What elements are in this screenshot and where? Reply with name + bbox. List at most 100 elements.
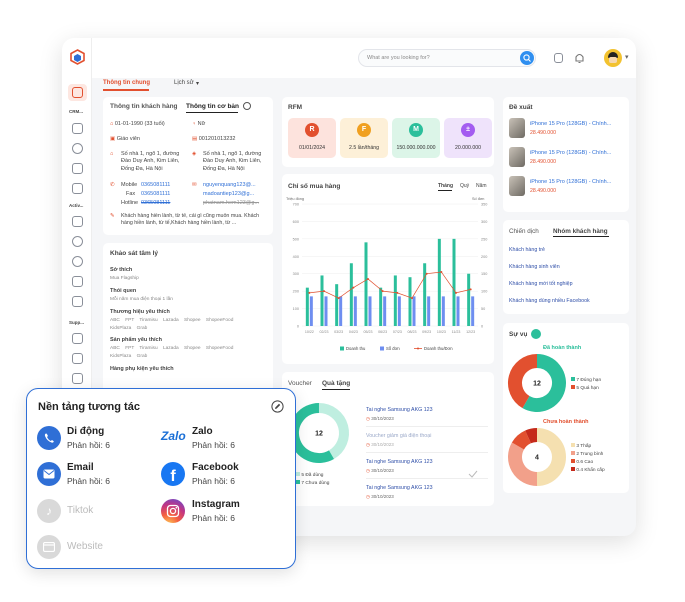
phone-icon[interactable]: [72, 256, 83, 267]
contacts-icon[interactable]: [554, 53, 563, 63]
email-3[interactable]: phatnam.hem123@g...: [203, 200, 259, 206]
platform-email-replies: Phản hồi: 6: [67, 476, 111, 486]
product-image[interactable]: [509, 147, 525, 167]
donut-center-value: 12: [533, 381, 541, 388]
line-point: [425, 272, 428, 275]
platform-instagram-name[interactable]: Instagram: [192, 499, 240, 510]
tab-general[interactable]: Thông tin chung: [103, 80, 150, 86]
habit-label: Thói quen: [110, 288, 137, 294]
gender-icon: ♀: [192, 121, 197, 127]
platform-email-name[interactable]: Email: [67, 462, 94, 473]
calendar-icon[interactable]: [72, 276, 83, 287]
x-tick-label: 06/23: [378, 330, 387, 334]
y2-tick-label: 100: [481, 290, 487, 294]
ticket-icon[interactable]: [72, 333, 83, 344]
product-name[interactable]: iPhone 15 Pro (128GB) - Chính...: [530, 150, 611, 156]
voucher-item-title[interactable]: Tai nghe Samsung AKG 123: [366, 459, 433, 465]
doc-icon[interactable]: [72, 123, 83, 134]
product-price: 28.490.000: [530, 130, 556, 136]
voucher-item-title[interactable]: Tai nghe Samsung AKG 123: [366, 485, 433, 491]
phone-icon: [37, 426, 61, 450]
y2-tick-label: 0: [481, 325, 483, 329]
facebook-icon: f: [161, 462, 185, 486]
bar-revenue: [379, 287, 383, 326]
tab-customer-group[interactable]: Nhóm khách hàng: [553, 228, 608, 235]
platform-title: Nền tảng tương tác: [38, 401, 140, 413]
sidebar-section-activity: Activ...: [69, 203, 84, 208]
search-input[interactable]: What are you looking for?: [367, 55, 430, 61]
bar-revenue: [423, 263, 427, 326]
tab-gift[interactable]: Quà tặng: [322, 380, 350, 387]
instagram-icon: [161, 499, 185, 523]
x-tick-label: 02/23: [320, 330, 329, 334]
customer-group-item[interactable]: Khách hàng dùng nhiều Facebook: [509, 298, 590, 304]
period-quarter[interactable]: Quý: [460, 183, 469, 189]
voucher-item-title[interactable]: Tai nghe Samsung AKG 123: [366, 407, 433, 413]
customer-note: Khách hàng hiền lành, từ tế, cái gì cũng…: [121, 213, 260, 227]
product-name[interactable]: iPhone 15 Pro (128GB) - Chính...: [530, 179, 611, 185]
line-point: [337, 297, 340, 300]
bar-revenue: [320, 275, 324, 326]
fax-value[interactable]: 0365081111: [141, 191, 170, 197]
product-image[interactable]: [509, 176, 525, 196]
search-bar[interactable]: What are you looking for?: [358, 49, 536, 67]
legend-swatch: [340, 346, 344, 351]
bell-icon[interactable]: [574, 52, 585, 64]
platform-facebook-replies: Phản hồi: 6: [192, 476, 236, 486]
platform-mobile-name[interactable]: Di động: [67, 426, 104, 437]
y2-tick-label: 200: [481, 255, 487, 259]
product-image[interactable]: [509, 118, 525, 138]
line-point: [396, 291, 399, 294]
period-month[interactable]: Tháng: [438, 183, 453, 189]
box-icon[interactable]: [72, 353, 83, 364]
hobby-value: Mua Flagship: [110, 276, 139, 281]
customer-group-item[interactable]: Khách hàng mới tốt nghiệp: [509, 281, 573, 287]
grid-icon[interactable]: [72, 373, 83, 384]
sidebar-item-home[interactable]: [68, 84, 87, 101]
platform-facebook-name[interactable]: Facebook: [192, 462, 239, 473]
platform-instagram-replies: Phản hồi: 6: [192, 513, 236, 523]
y-tick-label: 600: [293, 220, 299, 224]
home-icon[interactable]: [72, 163, 83, 174]
edit-icon[interactable]: [271, 400, 284, 413]
image-icon[interactable]: [72, 183, 83, 194]
y-tick-label: 200: [293, 290, 299, 294]
tab-basic-info[interactable]: Thông tin cơ bản: [186, 103, 239, 110]
habit-value: Mỗi năm mua điện thoại 1 lần: [110, 297, 173, 302]
chevron-down-icon[interactable]: ▾: [625, 53, 629, 61]
tab-history[interactable]: Lịch sử: [174, 80, 194, 86]
avatar[interactable]: [604, 49, 622, 67]
platform-tiktok-name[interactable]: Tiktok: [67, 505, 93, 516]
purchase-chart: Triệu đồng Số đơn 0 0 100 50 200 100 300 150 400 20…: [286, 197, 487, 351]
rfm-tile: M 150.000.000.000: [392, 118, 440, 158]
search-button[interactable]: [520, 51, 534, 65]
hotline-value[interactable]: 0365081111: [141, 200, 170, 206]
voucher-item-title[interactable]: Voucher giảm giá điện thoại: [366, 433, 431, 439]
y2-axis-label: Số đơn: [472, 197, 484, 201]
platform-mobile-replies: Phản hồi: 6: [67, 440, 111, 450]
tab-customer-info[interactable]: Thông tin khách hàng: [110, 103, 178, 110]
product-name[interactable]: iPhone 15 Pro (128GB) - Chính...: [530, 121, 611, 127]
email-2[interactable]: madoantiep123@g...: [203, 191, 254, 197]
tab-voucher[interactable]: Voucher: [288, 380, 312, 387]
email-1[interactable]: nguyenquang123@...: [203, 182, 256, 188]
bar-orders: [353, 296, 357, 326]
line-point: [308, 291, 311, 294]
y-tick-label: 0: [297, 325, 299, 329]
user-icon[interactable]: [72, 143, 83, 154]
chevron-down-icon[interactable]: ▾: [196, 80, 199, 87]
tab-campaign[interactable]: Chiến dịch: [509, 228, 539, 235]
bar-orders: [471, 296, 475, 326]
customer-group-item[interactable]: Khách hàng sinh viên: [509, 264, 560, 270]
mail-icon[interactable]: [72, 216, 83, 227]
edit-icon[interactable]: [243, 102, 251, 110]
platform-website-name[interactable]: Website: [67, 541, 103, 552]
platform-zalo-name[interactable]: Zalo: [192, 426, 213, 437]
mobile-value[interactable]: 0365081111: [141, 182, 170, 188]
chat-icon[interactable]: [72, 236, 83, 247]
customer-group-item[interactable]: Khách hàng trẻ: [509, 247, 545, 253]
suggestion-title: Đề xuất: [509, 104, 533, 111]
y-tick-label: 700: [293, 203, 299, 207]
list-icon[interactable]: [72, 296, 83, 307]
period-year[interactable]: Năm: [476, 183, 487, 189]
